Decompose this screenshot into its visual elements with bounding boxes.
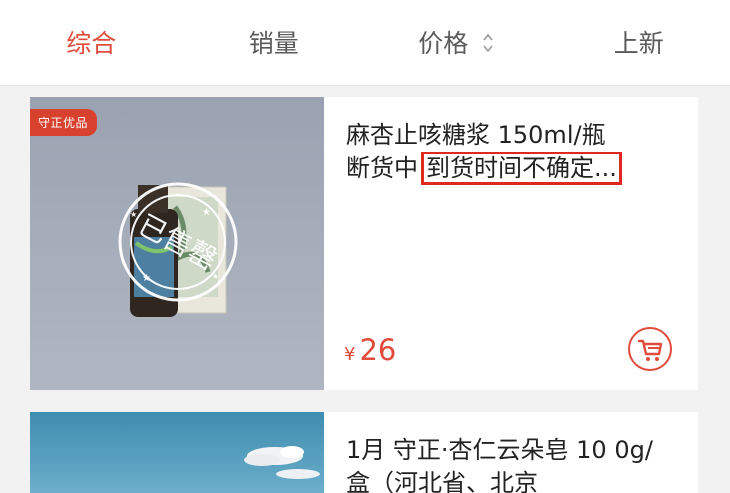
tab-sales-label: 销量 — [248, 28, 299, 58]
product-title[interactable]: 麻杏止咳糖浆 150ml/瓶 断货中 到货时间不确定... — [346, 119, 666, 185]
stock-status-text: 断货中 — [346, 154, 418, 182]
product-badge: 守正优品 — [30, 109, 98, 136]
tab-sales[interactable]: 销量 — [183, 0, 366, 86]
product-price: ¥26 — [344, 333, 396, 367]
price-value: 26 — [359, 333, 397, 367]
product-card[interactable]: 已售罄 ★ ★ ★ ★ 守正优品 麻杏止咳糖浆 150ml/瓶 断货中 到货时间不… — [30, 97, 698, 390]
sort-tab-bar: 综合 销量 价格 上新 — [0, 0, 730, 86]
tab-price[interactable]: 价格 — [365, 0, 548, 86]
product-title-line2: 断货中 到货时间不确定... — [346, 152, 666, 185]
svg-text:★: ★ — [130, 210, 137, 219]
product-image[interactable] — [30, 412, 324, 493]
product-photo — [244, 446, 320, 479]
tab-comprehensive-label: 综合 — [66, 28, 117, 58]
product-title-line1: 麻杏止咳糖浆 150ml/瓶 — [346, 121, 606, 149]
svg-text:★: ★ — [212, 272, 219, 281]
tab-comprehensive[interactable]: 综合 — [0, 0, 183, 86]
svg-text:★: ★ — [202, 207, 211, 218]
product-card[interactable]: 1月 守正·杏仁云朵皂 10 0g/盒（河北省、北京 — [30, 412, 698, 493]
svg-text:★: ★ — [142, 273, 151, 284]
arrival-time-highlight: 到货时间不确定... — [421, 152, 622, 185]
tab-new-arrivals-label: 上新 — [613, 28, 664, 58]
sort-arrows-icon — [483, 33, 493, 52]
tab-new-arrivals[interactable]: 上新 — [548, 0, 730, 86]
price-currency-symbol: ¥ — [344, 344, 356, 365]
add-to-cart-button[interactable] — [628, 327, 672, 371]
product-title-line1: 1月 守正·杏仁云朵皂 10 — [346, 436, 607, 464]
cart-icon — [637, 339, 663, 361]
product-photo: 已售罄 ★ ★ ★ ★ — [118, 182, 238, 317]
product-image[interactable]: 已售罄 ★ ★ ★ ★ 守正优品 — [30, 97, 324, 390]
tab-price-label: 价格 — [418, 28, 469, 58]
product-title[interactable]: 1月 守正·杏仁云朵皂 10 0g/盒（河北省、北京 — [346, 434, 666, 493]
